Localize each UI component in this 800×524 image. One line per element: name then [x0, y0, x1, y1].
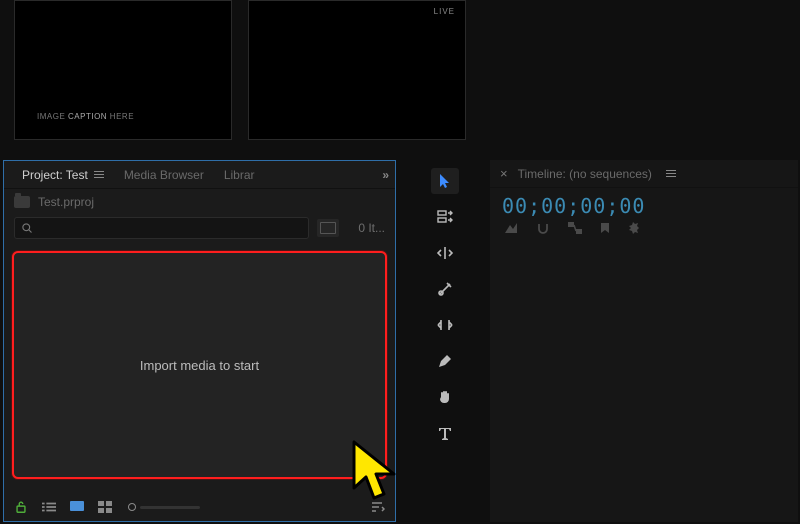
zoom-slider[interactable] [128, 503, 200, 511]
timeline-panel: × Timeline: (no sequences) 00;00;00;00 [490, 160, 798, 522]
panel-tab-bar: Project: Test Media Browser Librar » [4, 161, 395, 189]
project-footer [4, 493, 395, 521]
selection-tool[interactable] [431, 168, 459, 194]
project-file-icon [14, 196, 30, 208]
tab-project-label: Project: Test [22, 168, 88, 182]
item-count: 0 It... [347, 221, 385, 235]
new-bin-button[interactable] [317, 219, 339, 237]
preview-caption: IMAGE CAPTION HERE [37, 112, 134, 121]
freeform-view-button[interactable] [98, 501, 114, 513]
panel-menu-icon[interactable] [94, 171, 104, 178]
project-panel: Project: Test Media Browser Librar » Tes… [3, 160, 396, 522]
source-preview-1[interactable]: IMAGE CAPTION HERE [14, 0, 232, 140]
tab-overflow-icon[interactable]: » [382, 168, 387, 182]
search-input[interactable] [14, 217, 309, 239]
snap-icon[interactable] [536, 222, 550, 239]
ripple-edit-tool[interactable] [431, 240, 459, 266]
lock-icon[interactable] [14, 500, 28, 514]
preview-row: IMAGE CAPTION HERE LIVE [14, 0, 466, 140]
tool-strip [425, 160, 465, 446]
settings-icon[interactable] [628, 222, 642, 239]
timeline-header: × Timeline: (no sequences) [490, 160, 798, 188]
project-file-name: Test.prproj [38, 195, 94, 209]
slip-tool[interactable] [431, 312, 459, 338]
timecode-display[interactable]: 00;00;00;00 [490, 188, 798, 220]
timeline-close-icon[interactable]: × [500, 166, 508, 181]
preview-live-badge: LIVE [434, 7, 455, 16]
insert-mode-icon[interactable] [504, 222, 518, 239]
tab-media-browser[interactable]: Media Browser [114, 161, 214, 188]
list-view-button[interactable] [42, 501, 56, 513]
search-icon [21, 222, 33, 234]
tab-project[interactable]: Project: Test [12, 161, 114, 188]
media-drop-zone[interactable]: Import media to start [12, 251, 387, 479]
project-search-row: 0 It... [4, 213, 395, 245]
media-drop-label: Import media to start [140, 358, 259, 373]
icon-view-button[interactable] [70, 501, 84, 513]
markers-icon[interactable] [600, 222, 610, 239]
sort-icon[interactable] [371, 501, 385, 513]
pen-tool[interactable] [431, 348, 459, 374]
hand-tool[interactable] [431, 384, 459, 410]
tab-libraries[interactable]: Librar [214, 161, 265, 188]
project-file-row: Test.prproj [4, 189, 395, 213]
source-preview-2[interactable]: LIVE [248, 0, 466, 140]
timeline-panel-menu-icon[interactable] [666, 170, 676, 177]
timeline-title: Timeline: (no sequences) [518, 167, 652, 181]
linked-selection-icon[interactable] [568, 222, 582, 239]
timeline-toolbar [490, 220, 798, 241]
track-select-tool[interactable] [431, 204, 459, 230]
type-tool[interactable] [431, 420, 459, 446]
razor-tool[interactable] [431, 276, 459, 302]
